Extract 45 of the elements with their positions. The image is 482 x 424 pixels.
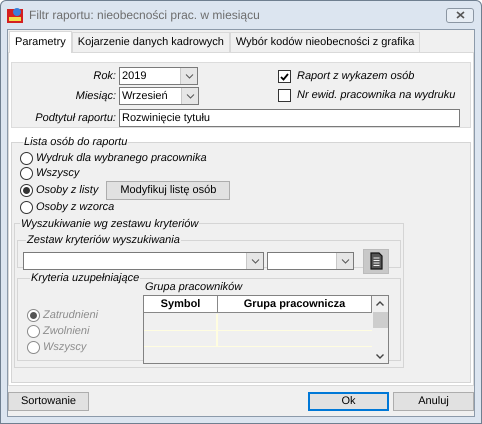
radio-button[interactable] [20, 184, 33, 196]
column-header[interactable]: Grupa pracownicza [218, 296, 372, 312]
close-button[interactable] [446, 8, 474, 22]
dropdown-field[interactable]: Wrzesień [119, 87, 199, 105]
field-label: Podtytuł raportu: [34, 110, 116, 126]
radio-label: Wydruk dla wybranego pracownika [36, 150, 207, 166]
group-title: Zestaw kryteriów wyszukiwania [27, 234, 180, 246]
app-icon [7, 7, 23, 23]
dialog-button[interactable]: Ok [308, 392, 389, 411]
close-icon [456, 11, 464, 19]
group-title: Lista osób do raportu [24, 136, 128, 148]
field-label: Miesiąc: [74, 88, 116, 104]
tab[interactable]: Wybór kodów nieobecności z grafika [230, 32, 420, 52]
modify-list-button[interactable]: Modyfikuj listę osób [106, 180, 230, 200]
subtitle-field[interactable]: Rozwinięcie tytułu [119, 109, 460, 127]
radio-label: Wszyscy [43, 340, 86, 355]
radio-label: Osoby z wzorca [36, 200, 114, 215]
document-button[interactable] [363, 248, 389, 274]
radio-label: Wszyscy [36, 166, 80, 181]
radio-label: Zatrudnieni [43, 308, 98, 323]
radio-button[interactable] [20, 152, 33, 164]
radio-button[interactable] [20, 166, 33, 180]
table-title: Grupa pracowników [145, 280, 244, 294]
radio-label: Zwolnieni [43, 324, 90, 339]
window-title: Filtr raportu: nieobecności prac. w miesiącu [29, 7, 261, 24]
checkbox-label: Raport z wykazem osób [297, 69, 414, 84]
dialog-button[interactable]: Anuluj [393, 392, 474, 411]
dialog-button[interactable]: Sortowanie [8, 392, 89, 411]
scroll-up-icon [376, 300, 384, 306]
checkbox[interactable] [278, 70, 291, 83]
group-title: Kryteria uzupełniające [31, 272, 140, 284]
checkbox-label: Nr ewid. pracownika na wydruku [297, 88, 456, 104]
scroll-down-icon [376, 354, 384, 358]
checkbox[interactable] [278, 89, 291, 102]
column-header[interactable]: Symbol [144, 296, 218, 312]
radio-button[interactable] [20, 200, 33, 214]
dropdown-field[interactable] [23, 252, 264, 270]
field-label: Rok: [92, 68, 116, 84]
radio-label: Osoby z listy [36, 182, 98, 198]
tab[interactable]: Kojarzenie danych kadrowych [72, 32, 230, 52]
dropdown-field[interactable] [267, 252, 354, 270]
group-title: Wyszukiwanie wg zestawu kryteriów [21, 218, 198, 230]
dropdown-field[interactable]: 2019 [119, 67, 198, 85]
document-icon [368, 252, 384, 270]
tab[interactable]: Parametry [9, 31, 72, 53]
